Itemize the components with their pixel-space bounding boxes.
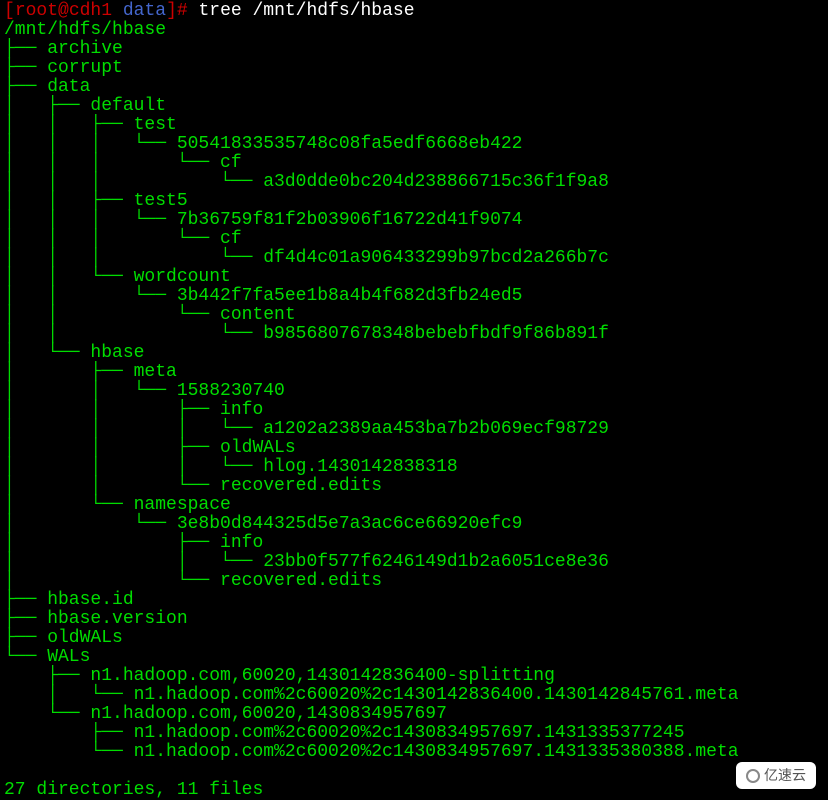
prompt-bracket-open: [ xyxy=(4,1,15,21)
cloud-icon xyxy=(746,769,760,783)
tree-summary: 27 directories, 11 files xyxy=(4,780,263,800)
watermark-badge: 亿速云 xyxy=(736,762,816,789)
prompt-user-host: root@cdh1 xyxy=(15,1,112,21)
prompt-bracket-close: ]# xyxy=(166,1,198,21)
prompt-cwd: data xyxy=(123,1,166,21)
terminal-output: [root@cdh1 data]# tree /mnt/hdfs/hbase /… xyxy=(4,2,824,800)
command-text: tree /mnt/hdfs/hbase xyxy=(198,1,414,21)
tree-root-path: /mnt/hdfs/hbase xyxy=(4,20,166,40)
prompt-space xyxy=(112,1,123,21)
watermark-text: 亿速云 xyxy=(764,766,806,785)
tree-body: ├── archive ├── corrupt ├── data │ ├── d… xyxy=(4,39,739,762)
prompt-line: [root@cdh1 data]# tree /mnt/hdfs/hbase xyxy=(4,1,415,21)
